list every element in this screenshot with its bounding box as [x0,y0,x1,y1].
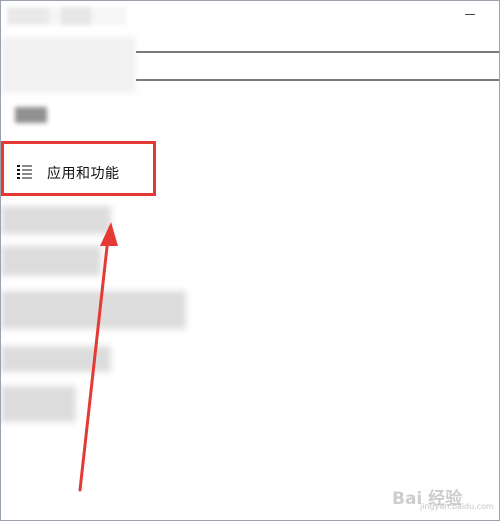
annotation-arrow [78,222,118,492]
watermark-subtext: jingyan.baidu.com [420,502,494,511]
